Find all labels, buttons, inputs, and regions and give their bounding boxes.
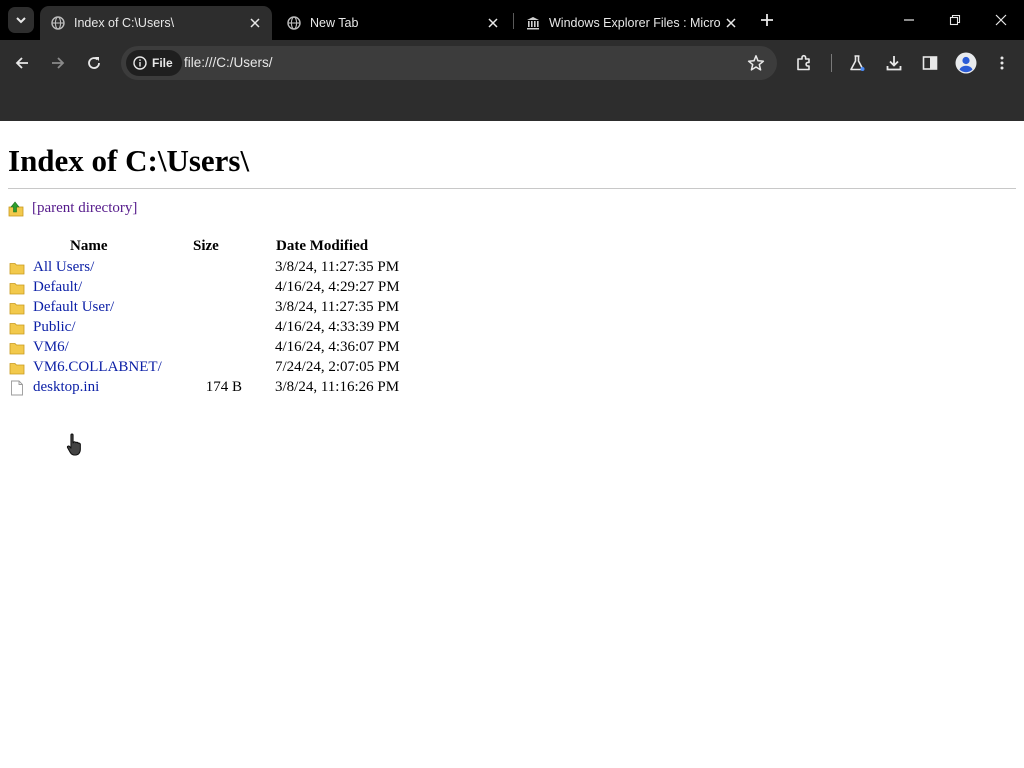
window-close-button[interactable]: [978, 0, 1024, 40]
table-row: VM6.COLLABNET/ 7/24/24, 2:07:05 PM: [0, 358, 420, 378]
downloads-button[interactable]: [880, 49, 908, 77]
arrow-right-icon: [52, 57, 65, 69]
entry-date: 4/16/24, 4:36:07 PM: [275, 339, 400, 355]
tab-separator: [513, 13, 514, 29]
tab-windows-explorer-files[interactable]: Windows Explorer Files : Micro: [515, 6, 748, 40]
reload-button[interactable]: [80, 49, 108, 77]
back-button[interactable]: [8, 49, 36, 77]
entry-date: 3/8/24, 11:27:35 PM: [275, 259, 400, 275]
table-row: Public/ 4/16/24, 4:33:39 PM: [0, 318, 420, 338]
side-panel-button[interactable]: [916, 49, 944, 77]
folder-icon: [9, 343, 25, 355]
star-icon[interactable]: [747, 54, 765, 72]
entry-date: 3/8/24, 11:27:35 PM: [275, 299, 400, 315]
folder-icon: [9, 303, 25, 315]
bookmarks-bar: [0, 86, 1024, 121]
new-tab-button[interactable]: [756, 9, 778, 31]
flask-icon: [850, 55, 865, 71]
file-icon: [11, 380, 23, 396]
chevron-down-icon: [16, 17, 26, 24]
table-row: Default User/ 3/8/24, 11:27:35 PM: [0, 298, 420, 318]
url-text[interactable]: file:///C:/Users/: [184, 55, 273, 70]
arrow-left-icon: [15, 57, 28, 69]
close-icon: [995, 14, 1007, 26]
tab-strip: Index of C:\Users\ New Tab Windows Explo…: [0, 0, 1024, 40]
folder-icon: [9, 283, 25, 295]
menu-button[interactable]: [988, 49, 1016, 77]
entry-link[interactable]: Default User/: [33, 299, 114, 316]
table-row: Default/ 4/16/24, 4:29:27 PM: [0, 278, 420, 298]
entry-link[interactable]: VM6.COLLABNET/: [33, 359, 162, 376]
entry-link[interactable]: VM6/: [33, 339, 69, 356]
restore-button[interactable]: [932, 0, 978, 40]
profile-button[interactable]: [952, 49, 980, 77]
table-row: desktop.ini 174 B 3/8/24, 11:16:26 PM: [0, 378, 420, 398]
plus-icon: [761, 14, 773, 26]
page-title: Index of C:\Users\: [8, 143, 250, 178]
tab-title: Windows Explorer Files : Micro: [549, 16, 721, 30]
browser-toolbar: File file:///C:/Users/: [0, 40, 1024, 86]
hand-cursor-icon: [66, 433, 81, 456]
close-icon[interactable]: [484, 14, 502, 32]
more-vertical-icon: [1000, 56, 1004, 70]
puzzle-icon: [797, 54, 810, 71]
bank-icon: [525, 15, 541, 31]
restore-icon: [949, 14, 961, 26]
side-panel-icon: [922, 56, 938, 70]
parent-directory-row: [parent directory]: [8, 200, 137, 217]
labs-button[interactable]: [843, 49, 871, 77]
chip-label: File: [152, 56, 173, 70]
tab-index-users[interactable]: Index of C:\Users\: [40, 6, 272, 40]
folder-icon: [9, 263, 25, 275]
column-header-date[interactable]: Date Modified: [276, 238, 368, 255]
folder-icon: [9, 363, 25, 375]
entry-link[interactable]: desktop.ini: [33, 379, 99, 396]
folder-icon: [9, 323, 25, 335]
minimize-button[interactable]: [886, 0, 932, 40]
table-row: All Users/ 3/8/24, 11:27:35 PM: [0, 258, 420, 278]
info-icon: [133, 56, 147, 70]
entry-link[interactable]: Public/: [33, 319, 76, 336]
parent-directory-link[interactable]: [parent directory]: [32, 200, 137, 217]
close-icon[interactable]: [722, 14, 740, 32]
toolbar-separator: [831, 54, 832, 72]
address-bar[interactable]: File file:///C:/Users/: [121, 46, 777, 80]
table-row: VM6/ 4/16/24, 4:36:07 PM: [0, 338, 420, 358]
entry-date: 3/8/24, 11:16:26 PM: [275, 379, 400, 395]
entry-link[interactable]: All Users/: [33, 259, 94, 276]
entry-date: 4/16/24, 4:29:27 PM: [275, 279, 400, 295]
close-icon[interactable]: [246, 14, 264, 32]
minimize-icon: [904, 19, 914, 21]
tab-search-button[interactable]: [8, 7, 34, 33]
forward-button[interactable]: [44, 49, 72, 77]
up-arrow-folder-icon: [8, 201, 24, 216]
site-info-chip[interactable]: File: [126, 50, 182, 76]
avatar-icon: [955, 52, 977, 74]
entry-date: 7/24/24, 2:07:05 PM: [275, 359, 400, 375]
extensions-button[interactable]: [790, 49, 818, 77]
divider: [8, 188, 1016, 189]
tab-title: New Tab: [310, 16, 359, 30]
entry-date: 4/16/24, 4:33:39 PM: [275, 319, 400, 335]
reload-icon: [88, 57, 100, 69]
tab-title: Index of C:\Users\: [74, 16, 175, 30]
entry-link[interactable]: Default/: [33, 279, 82, 296]
column-header-size[interactable]: Size: [193, 238, 219, 255]
tab-new-tab[interactable]: New Tab: [276, 6, 510, 40]
download-icon: [886, 56, 902, 71]
column-header-name[interactable]: Name: [70, 238, 108, 255]
directory-listing-page: Index of C:\Users\ [parent directory] Na…: [0, 121, 1024, 768]
globe-icon: [50, 15, 66, 31]
entry-size: 174 B: [205, 379, 242, 395]
globe-icon: [286, 15, 302, 31]
